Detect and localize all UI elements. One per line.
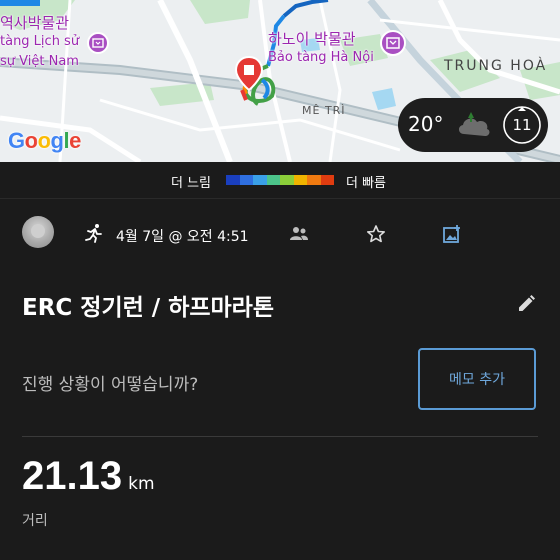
google-logo: Google: [8, 128, 81, 153]
pace-legend: 더 느림 더 빠름: [0, 168, 560, 192]
poi-history-museum: 역사박물관: [0, 14, 70, 32]
running-icon: [84, 223, 104, 243]
legend-color-segment: [307, 175, 321, 185]
poi-history-museum-sub1: tàng Lịch sử: [0, 34, 80, 49]
avatar-face: [31, 224, 45, 238]
add-photo-icon[interactable]: [442, 224, 462, 244]
progress-prompt: 진행 상황이 어떻습니까?: [22, 375, 199, 395]
weather-temperature: 20°: [408, 112, 444, 136]
divider: [22, 436, 538, 437]
legend-color-segment: [266, 175, 280, 185]
poi-history-museum-sub2: sự Việt Nam: [0, 54, 79, 69]
wind-gauge: 11: [500, 103, 544, 147]
legend-color-segment: [239, 175, 253, 185]
legend-color-segment: [293, 175, 307, 185]
distance-label: 거리: [22, 513, 48, 529]
add-memo-button[interactable]: 메모 추가: [418, 348, 536, 410]
distance-stat: 21.13 km: [22, 454, 155, 504]
museum-icon[interactable]: [87, 32, 109, 54]
legend-color-segment: [226, 175, 240, 185]
museum-icon[interactable]: [380, 30, 406, 56]
poi-hanoi-museum-sub: Bảo tàng Hà Nội: [268, 50, 374, 65]
district-label: TRUNG HOÀ: [444, 58, 548, 74]
legend-color-segment: [253, 175, 267, 185]
avatar[interactable]: [22, 216, 54, 248]
edit-icon[interactable]: [516, 294, 536, 314]
divider: [0, 198, 560, 199]
street-label: MÊ TRÌ: [302, 104, 346, 117]
weather-widget[interactable]: 20° 11: [398, 98, 548, 152]
legend-color-segment: [280, 175, 294, 185]
legend-slow-label: 더 느림: [171, 176, 212, 191]
activity-title: ERC 정기런 / 하프마라톤: [22, 295, 275, 321]
legend-color-bar: [226, 175, 334, 185]
activity-date: 4월 7일 @ 오전 4:51: [116, 229, 249, 245]
distance-unit: km: [128, 474, 155, 494]
legend-fast-label: 더 빠름: [346, 176, 387, 191]
group-icon[interactable]: [290, 226, 308, 242]
poi-hanoi-museum: 하노이 박물관: [268, 30, 356, 48]
activity-header: 4월 7일 @ 오전 4:51: [0, 212, 560, 256]
legend-color-segment: [320, 175, 334, 185]
map-view[interactable]: 역사박물관 tàng Lịch sử sự Việt Nam 하노이 박물관 B…: [0, 0, 560, 162]
wind-gauge-value: 11: [512, 116, 532, 134]
distance-value: 21.13: [22, 454, 123, 498]
star-icon[interactable]: [366, 224, 386, 244]
map-pin-icon[interactable]: [235, 56, 263, 92]
